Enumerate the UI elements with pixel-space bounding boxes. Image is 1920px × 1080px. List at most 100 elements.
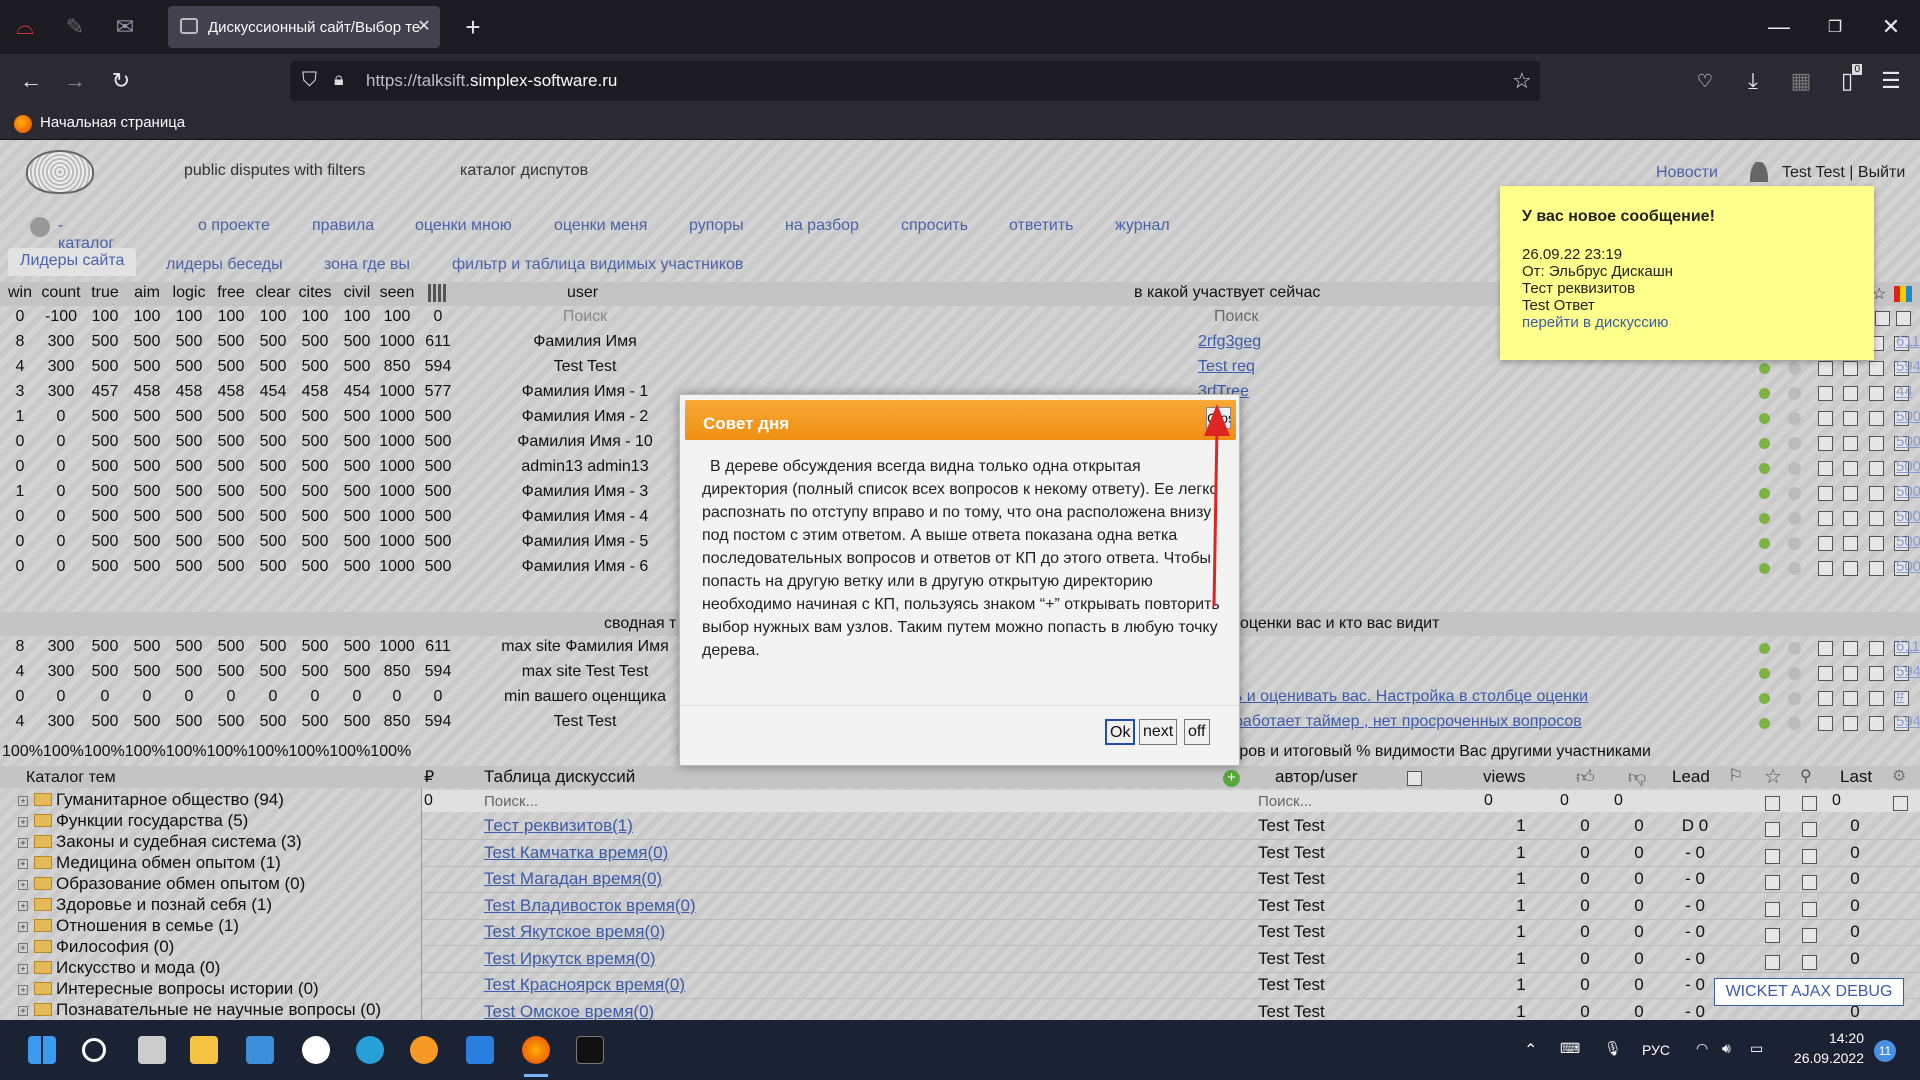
row-checkbox[interactable] (1843, 411, 1858, 426)
rating-link[interactable]: 500 (1896, 533, 1920, 550)
rating-link[interactable]: 500 (1896, 558, 1920, 575)
tray-chevron-icon[interactable]: ⌃ (1524, 1040, 1537, 1060)
last-checkbox[interactable] (1893, 796, 1908, 811)
rating-link[interactable]: 611 (1896, 333, 1920, 350)
mic-icon[interactable]: 🎙︎ (1604, 1040, 1622, 1057)
start-icon[interactable] (28, 1036, 56, 1064)
subtab-your-zone[interactable]: зона где вы (324, 256, 410, 274)
catalog-item[interactable]: + Отношения в семье (1) (18, 916, 239, 936)
leader-header-free[interactable]: free (211, 284, 251, 302)
expand-icon[interactable]: + (18, 985, 28, 995)
chart-icon[interactable] (428, 284, 446, 302)
reload-icon[interactable]: ↻ (106, 66, 136, 96)
catalog-item[interactable]: + Медицина обмен опытом (1) (18, 853, 281, 873)
menu-answer[interactable]: ответить (1009, 217, 1074, 235)
discussion-title-link[interactable]: Test Владивосток время(0) (484, 896, 696, 916)
discussion-author[interactable]: Test Test (1258, 922, 1325, 942)
user-cell[interactable]: Test Test (440, 358, 730, 376)
extension-icon[interactable]: ▦ (1786, 66, 1816, 96)
leader-header-aim[interactable]: aim (127, 284, 167, 302)
wicket-debug-button[interactable]: WICKET AJAX DEBUG (1714, 978, 1904, 1006)
row-checkbox[interactable] (1869, 486, 1884, 501)
discussion-author[interactable]: Test Test (1258, 1002, 1325, 1021)
ok-button[interactable]: Ok (1105, 719, 1136, 745)
catalog-item[interactable]: + Функции государства (5) (18, 811, 248, 831)
edge-icon[interactable] (356, 1036, 384, 1064)
flag-icon[interactable]: ⚐ (1728, 766, 1743, 786)
row-checkbox[interactable] (1818, 411, 1833, 426)
rating-link[interactable]: 611 (1896, 638, 1920, 655)
expand-icon[interactable]: + (18, 838, 28, 848)
leader-header-clear[interactable]: clear (253, 284, 293, 302)
minimize-icon[interactable]: — (1764, 12, 1794, 42)
thumbs-down-icon[interactable]: 👎︎ (1628, 766, 1646, 788)
row-checkbox[interactable] (1818, 511, 1833, 526)
select-checkbox[interactable] (1802, 928, 1817, 943)
rating-link[interactable]: 500 (1896, 458, 1920, 475)
row-checkbox[interactable] (1869, 666, 1884, 681)
filter-icon[interactable]: ⚲ (1800, 766, 1812, 786)
row-checkbox[interactable] (1869, 511, 1884, 526)
settings-icon[interactable]: ⚙ (1892, 766, 1906, 786)
fav-filter-checkbox[interactable] (1765, 796, 1780, 811)
new-tab-icon[interactable]: + (458, 12, 488, 42)
shield-icon[interactable]: ⛉ (302, 69, 317, 92)
notification-link[interactable]: перейти в дискуссию (1522, 314, 1852, 331)
rating-link[interactable]: 594 (1896, 663, 1920, 680)
clock-time[interactable]: 14:20 (1794, 1030, 1864, 1046)
menu-icon[interactable]: ☰ (1876, 66, 1906, 96)
row-checkbox[interactable] (1843, 691, 1858, 706)
discussion-author[interactable]: Test Test (1258, 975, 1325, 995)
fav-checkbox[interactable] (1765, 875, 1780, 890)
row-checkbox[interactable] (1843, 561, 1858, 576)
pocket-icon[interactable]: ♡ (1690, 66, 1720, 96)
fav-checkbox[interactable] (1765, 954, 1780, 970)
up-filter[interactable]: 0 (1560, 792, 1569, 810)
row-checkbox[interactable] (1869, 561, 1884, 576)
star-icon[interactable]: ☆ (1872, 284, 1886, 304)
discussion-author[interactable]: Test Test (1258, 843, 1325, 863)
row-checkbox[interactable] (1869, 411, 1884, 426)
user-logout[interactable]: Test Test | Выйти (1782, 164, 1905, 182)
row-checkbox[interactable] (1818, 536, 1833, 551)
rating-link[interactable]: # (1896, 688, 1904, 705)
rub-filter[interactable]: 0 (424, 792, 433, 810)
row-checkbox[interactable] (1843, 386, 1858, 401)
task-view-icon[interactable] (138, 1036, 166, 1064)
row-checkbox[interactable] (1869, 716, 1884, 731)
discussion-author[interactable]: Test Test (1258, 869, 1325, 889)
tab-close-icon[interactable]: ✕ (414, 16, 434, 36)
url-bar[interactable]: ⛉ 🔒︎ https://talksift. simplex-software.r… (290, 61, 1540, 101)
author-search-input[interactable]: Поиск... (1258, 793, 1312, 810)
expand-icon[interactable]: + (18, 1006, 28, 1016)
expand-icon[interactable]: + (18, 859, 28, 869)
row-checkbox[interactable] (1869, 461, 1884, 476)
user-cell[interactable]: Фамилия Имя (440, 333, 730, 351)
battery-icon[interactable]: ▭ (1750, 1040, 1763, 1057)
fav-checkbox[interactable] (1765, 848, 1780, 864)
window-close-icon[interactable]: ✕ (1876, 12, 1906, 42)
rating-link[interactable]: 500 (1896, 433, 1920, 450)
menu-my-ratings[interactable]: оценки мною (415, 217, 512, 235)
row-checkbox[interactable] (1869, 386, 1884, 401)
row-checkbox[interactable] (1875, 311, 1890, 326)
fav-checkbox[interactable] (1765, 928, 1780, 943)
rating-link[interactable]: 44 (1896, 383, 1913, 400)
thumbs-up-icon[interactable]: 👍︎ (1576, 766, 1595, 788)
row-checkbox[interactable] (1843, 436, 1858, 451)
mail-icon[interactable]: ✉ (112, 14, 138, 40)
row-checkbox[interactable] (1843, 511, 1858, 526)
expand-icon[interactable]: + (18, 901, 28, 911)
todo-icon[interactable] (466, 1036, 494, 1064)
restore-icon[interactable]: ❐ (1820, 12, 1850, 42)
wifi-icon[interactable]: ◠ (1696, 1040, 1708, 1057)
author-filter-checkbox[interactable] (1407, 771, 1422, 786)
discussion-title-link[interactable]: Test Иркутск время(0) (484, 949, 656, 969)
user-cell[interactable]: Поиск (440, 308, 730, 326)
firefox-taskbar-icon[interactable] (522, 1036, 550, 1064)
menu-ask[interactable]: спросить (901, 217, 968, 235)
row-checkbox[interactable] (1818, 666, 1833, 681)
current-discussion-link[interactable]: ь и оценивать вас. Настройка в столбце о… (1234, 688, 1588, 706)
discussion-title-link[interactable]: Test Якутское время(0) (484, 922, 665, 942)
leader-header-seen[interactable]: seen (377, 284, 417, 302)
